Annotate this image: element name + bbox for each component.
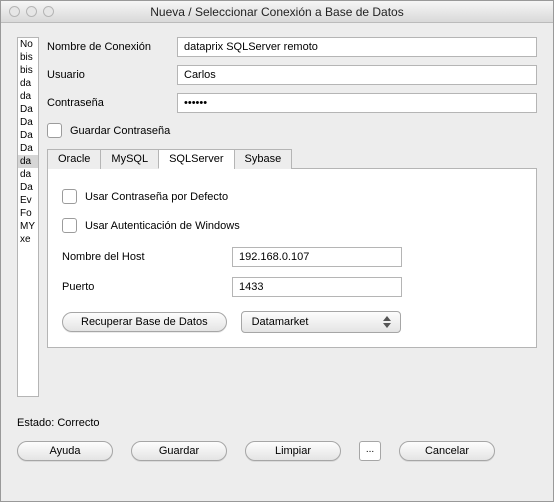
minimize-icon[interactable]	[26, 6, 37, 17]
help-button[interactable]: Ayuda	[17, 441, 113, 461]
list-item[interactable]: Da	[18, 116, 38, 129]
footer-buttons: Ayuda Guardar Limpiar ... Cancelar	[1, 429, 553, 475]
dialog-window: Nueva / Seleccionar Conexión a Base de D…	[0, 0, 554, 502]
default-password-label: Usar Contraseña por Defecto	[85, 191, 228, 203]
port-label: Puerto	[62, 281, 232, 293]
password-label: Contraseña	[47, 97, 177, 109]
list-item[interactable]: da	[18, 155, 38, 168]
list-item[interactable]: da	[18, 77, 38, 90]
more-button[interactable]: ...	[359, 441, 381, 461]
save-password-checkbox[interactable]	[47, 123, 62, 138]
clear-button[interactable]: Limpiar	[245, 441, 341, 461]
user-input[interactable]	[177, 65, 537, 85]
list-item[interactable]: bis	[18, 51, 38, 64]
host-label: Nombre del Host	[62, 251, 232, 263]
list-item[interactable]: MY	[18, 220, 38, 233]
list-item[interactable]: Da	[18, 181, 38, 194]
close-icon[interactable]	[9, 6, 20, 17]
connection-name-label: Nombre de Conexión	[47, 41, 177, 53]
database-select-value: Datamarket	[252, 316, 309, 328]
db-type-tabs: OracleMySQLSQLServerSybase	[47, 148, 537, 169]
save-button[interactable]: Guardar	[131, 441, 227, 461]
list-item[interactable]: bis	[18, 64, 38, 77]
tab-oracle[interactable]: Oracle	[47, 149, 101, 169]
list-item[interactable]: xe	[18, 233, 38, 246]
windows-auth-checkbox[interactable]	[62, 218, 77, 233]
connection-name-input[interactable]	[177, 37, 537, 57]
list-item[interactable]: da	[18, 168, 38, 181]
status-text: Estado: Correcto	[17, 417, 553, 429]
updown-icon	[380, 314, 394, 330]
window-title: Nueva / Seleccionar Conexión a Base de D…	[8, 5, 546, 19]
list-item[interactable]: da	[18, 90, 38, 103]
titlebar: Nueva / Seleccionar Conexión a Base de D…	[1, 1, 553, 23]
database-select[interactable]: Datamarket	[241, 311, 401, 333]
retrieve-db-button[interactable]: Recuperar Base de Datos	[62, 312, 227, 332]
default-password-checkbox[interactable]	[62, 189, 77, 204]
list-item[interactable]: Da	[18, 103, 38, 116]
port-input[interactable]	[232, 277, 402, 297]
cancel-button[interactable]: Cancelar	[399, 441, 495, 461]
content-area: NobisbisdadaDaDaDaDadadaDaEvFoMYxe Nombr…	[1, 23, 553, 407]
password-input[interactable]	[177, 93, 537, 113]
list-item[interactable]: Fo	[18, 207, 38, 220]
traffic-lights	[9, 6, 54, 17]
host-input[interactable]	[232, 247, 402, 267]
tab-sqlserver[interactable]: SQLServer	[158, 149, 234, 169]
list-item[interactable]: No	[18, 38, 38, 51]
zoom-icon[interactable]	[43, 6, 54, 17]
user-label: Usuario	[47, 69, 177, 81]
list-item[interactable]: Ev	[18, 194, 38, 207]
list-item[interactable]: Da	[18, 129, 38, 142]
main-panel: Nombre de Conexión Usuario Contraseña Gu…	[47, 37, 537, 397]
windows-auth-label: Usar Autenticación de Windows	[85, 220, 240, 232]
list-item[interactable]: Da	[18, 142, 38, 155]
save-password-label: Guardar Contraseña	[70, 125, 170, 137]
sqlserver-panel: Usar Contraseña por Defecto Usar Autenti…	[47, 169, 537, 348]
tab-sybase[interactable]: Sybase	[234, 149, 293, 169]
tab-mysql[interactable]: MySQL	[100, 149, 159, 169]
connection-list[interactable]: NobisbisdadaDaDaDaDadadaDaEvFoMYxe	[17, 37, 39, 397]
